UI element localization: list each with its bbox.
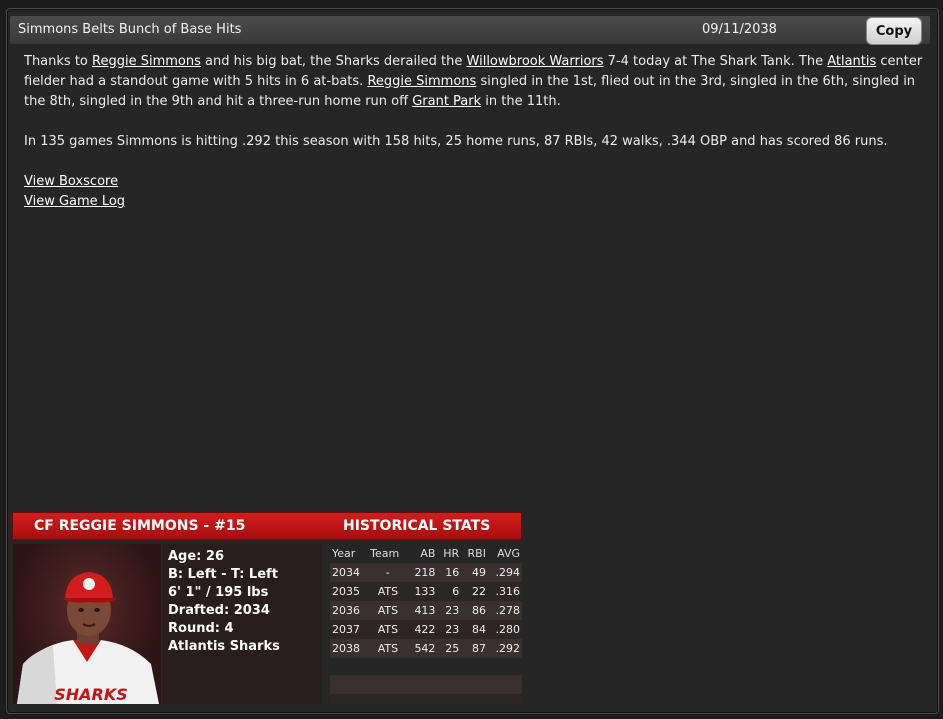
stats-empty-row — [330, 675, 522, 694]
stats-cell: 25 — [437, 639, 462, 658]
article-date: 09/11/2038 — [702, 22, 777, 37]
stats-cell: 23 — [437, 601, 462, 620]
pitcher-link[interactable]: Grant Park — [412, 94, 481, 109]
story-paragraph-1: Thanks to Reggie Simmons and his big bat… — [24, 52, 924, 112]
player-bats-throws: B: Left - T: Left — [168, 567, 278, 582]
stats-cell: 87 — [461, 639, 488, 658]
player-bio: Age: 26 B: Left - T: Left 6' 1" / 195 lb… — [168, 548, 280, 656]
title-bar: Simmons Belts Bunch of Base Hits 09/11/2… — [10, 16, 930, 45]
historical-stats-title: HISTORICAL STATS — [343, 518, 491, 534]
stats-row: 2036 ATS 413 23 86 .278 — [330, 601, 522, 620]
stats-row: 2037 ATS 422 23 84 .280 — [330, 620, 522, 639]
stats-cell: 22 — [461, 582, 488, 601]
stats-cell: 413 — [407, 601, 438, 620]
stats-cell: 2036 — [330, 601, 369, 620]
jersey-text: SHARKS — [54, 685, 128, 704]
story-text: in the 11th. — [481, 94, 561, 109]
stats-cell: ATS — [368, 639, 408, 658]
stats-cell: - — [368, 563, 408, 582]
article-body: Thanks to Reggie Simmons and his big bat… — [24, 52, 924, 212]
story-links: View Boxscore View Game Log — [24, 172, 924, 212]
opponent-team-link[interactable]: Willowbrook Warriors — [467, 54, 604, 69]
stats-cell: 2035 — [330, 582, 369, 601]
player-card-header: CF REGGIE SIMMONS - #15 HISTORICAL STATS — [12, 512, 522, 540]
story-text: and his big bat, the Sharks derailed the — [200, 54, 467, 69]
stats-cell: 84 — [461, 620, 488, 639]
story-text: Thanks to — [24, 54, 93, 69]
article-title: Simmons Belts Bunch of Base Hits — [18, 22, 242, 37]
player-link[interactable]: Reggie Simmons — [367, 74, 476, 89]
stats-cell: 23 — [437, 620, 462, 639]
stats-cell: .316 — [487, 582, 522, 601]
view-game-log-link[interactable]: View Game Log — [24, 192, 125, 212]
stats-header: AB — [420, 547, 436, 560]
stats-cell: ATS — [368, 582, 408, 601]
stats-cell: .294 — [487, 563, 522, 582]
view-boxscore-link[interactable]: View Boxscore — [24, 172, 118, 192]
stats-cell: 6 — [437, 582, 462, 601]
stats-cell: ATS — [368, 620, 408, 639]
team-link[interactable]: Atlantis — [827, 54, 876, 69]
stats-cell: .292 — [487, 639, 522, 658]
historical-stats-table: Year Team AB HR RBI AVG 2034 - 218 16 49… — [330, 544, 522, 658]
player-team: Atlantis Sharks — [168, 639, 280, 654]
stats-row: 2038 ATS 542 25 87 .292 — [330, 639, 522, 658]
stats-cell: 86 — [461, 601, 488, 620]
stats-cell: 49 — [461, 563, 488, 582]
stats-row: 2035 ATS 133 6 22 .316 — [330, 582, 522, 601]
stats-cell: ATS — [368, 601, 408, 620]
player-photo: SHARKS — [13, 544, 161, 704]
stats-cell: 422 — [407, 620, 438, 639]
stats-header: Team — [370, 547, 400, 560]
player-card-title: CF REGGIE SIMMONS - #15 — [34, 518, 246, 534]
player-card: CF REGGIE SIMMONS - #15 HISTORICAL STATS… — [12, 512, 522, 704]
stats-header: HR — [443, 547, 460, 560]
stats-header-row: Year Team AB HR RBI AVG — [330, 544, 522, 563]
stats-header: RBI — [467, 547, 486, 560]
copy-button[interactable]: Copy — [866, 17, 922, 45]
story-paragraph-2: In 135 games Simmons is hitting .292 thi… — [24, 134, 888, 149]
player-drafted: Drafted: 2034 — [168, 603, 270, 618]
stats-cell: 16 — [437, 563, 462, 582]
stats-cell: .278 — [487, 601, 522, 620]
stats-cell: 2038 — [330, 639, 369, 658]
story-text: 7-4 today at The Shark Tank. The — [603, 54, 828, 69]
player-link[interactable]: Reggie Simmons — [92, 54, 201, 69]
stats-cell: 2037 — [330, 620, 369, 639]
stats-cell: 2034 — [330, 563, 369, 582]
stats-cell: 542 — [407, 639, 438, 658]
stats-cell: 133 — [407, 582, 438, 601]
stats-header: Year — [332, 547, 356, 560]
stats-cell: 218 — [407, 563, 438, 582]
stats-row: 2034 - 218 16 49 .294 — [330, 563, 522, 582]
stats-empty-row — [330, 694, 522, 704]
player-round: Round: 4 — [168, 621, 234, 636]
stats-cell: .280 — [487, 620, 522, 639]
player-age: Age: 26 — [168, 549, 224, 564]
player-portrait-icon: SHARKS — [17, 572, 159, 704]
stats-header: AVG — [497, 547, 520, 560]
player-height-weight: 6' 1" / 195 lbs — [168, 585, 269, 600]
